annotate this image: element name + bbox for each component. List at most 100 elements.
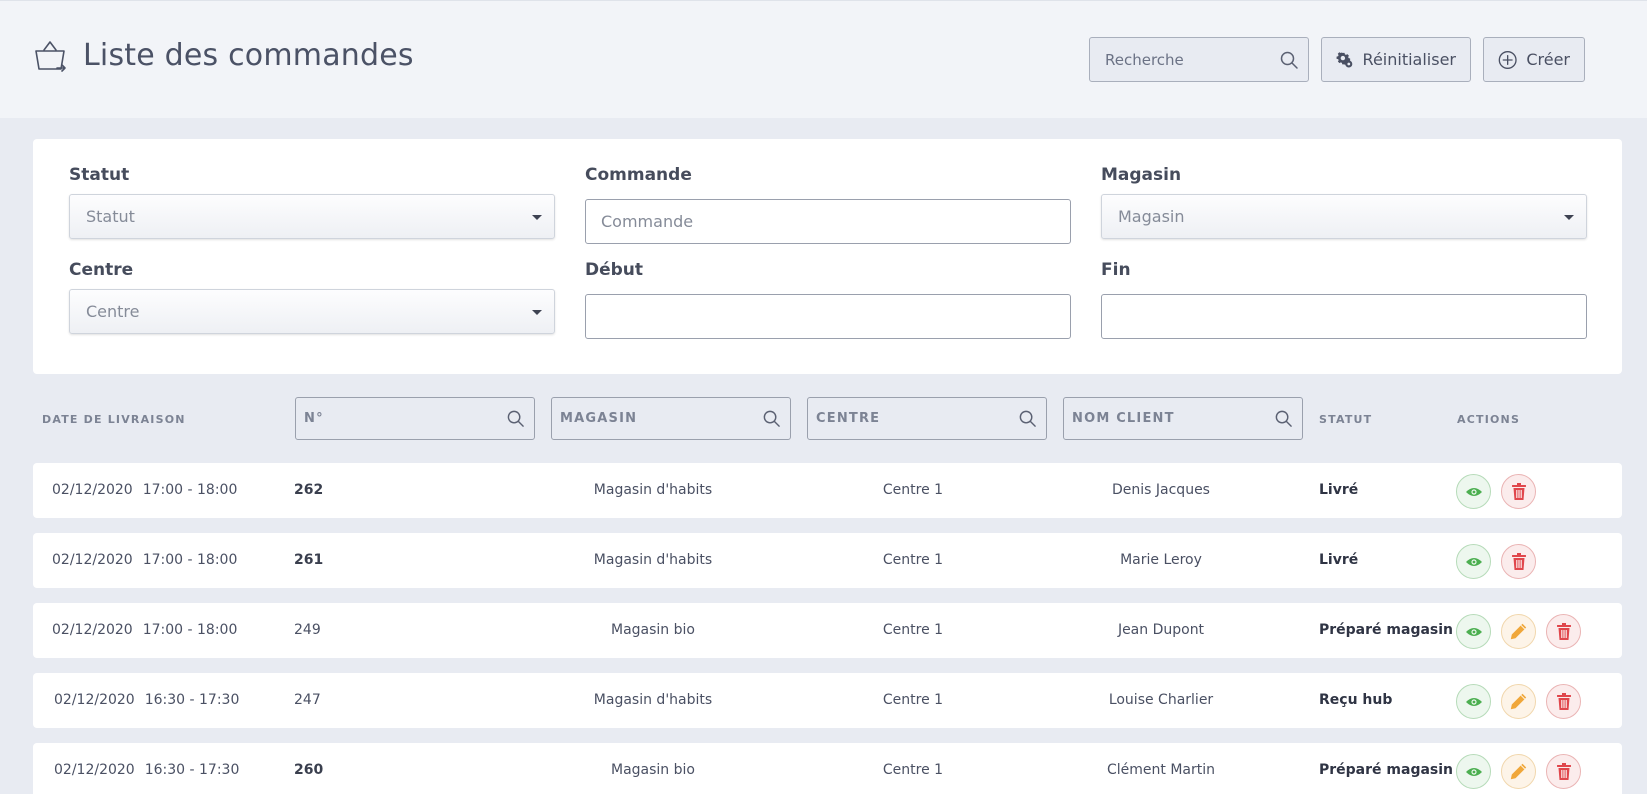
- column-filter-num[interactable]: N°: [295, 397, 535, 440]
- client-name: Clément Martin: [1106, 762, 1215, 778]
- eye-icon: [1465, 487, 1482, 496]
- eye-icon: [1465, 697, 1482, 706]
- table-row[interactable]: 02/12/2020 16:30 - 17:30 247 Magasin d'ha…: [33, 673, 1622, 728]
- delivery-date-cell: 02/12/2020 17:00 - 18:00: [52, 603, 237, 658]
- commande-label: Commande: [585, 165, 692, 185]
- delivery-time: 16:30 - 17:30: [144, 692, 240, 708]
- shop-name: Magasin bio: [611, 762, 695, 778]
- commande-placeholder: Commande: [601, 212, 694, 231]
- edit-button[interactable]: [1501, 754, 1536, 789]
- view-button[interactable]: [1456, 614, 1491, 649]
- delivery-date: 02/12/2020: [52, 482, 133, 498]
- column-filter-magasin[interactable]: MAGASIN: [551, 397, 791, 440]
- edit-button[interactable]: [1501, 614, 1536, 649]
- search-icon[interactable]: [1274, 409, 1293, 428]
- row-actions: [1456, 684, 1591, 719]
- statut-select[interactable]: Statut: [69, 194, 555, 239]
- magasin-select[interactable]: Magasin: [1101, 194, 1587, 239]
- view-button[interactable]: [1456, 684, 1491, 719]
- delete-button[interactable]: [1501, 544, 1536, 579]
- delivery-time: 17:00 - 18:00: [142, 552, 238, 568]
- search-icon[interactable]: [506, 409, 525, 428]
- delivery-date-cell: 02/12/2020 17:00 - 18:00: [52, 463, 237, 518]
- fin-label: Fin: [1101, 260, 1131, 280]
- view-button[interactable]: [1456, 474, 1491, 509]
- shop-name: Magasin bio: [611, 622, 695, 638]
- client-name: Denis Jacques: [1112, 482, 1210, 498]
- eye-icon: [1465, 557, 1482, 566]
- centre-name: Centre 1: [882, 762, 944, 778]
- commande-input[interactable]: Commande: [585, 199, 1071, 244]
- column-header-client: NOM CLIENT: [1072, 411, 1175, 426]
- pencil-icon: [1510, 623, 1527, 640]
- chevron-down-icon: [532, 215, 542, 220]
- eye-icon: [1465, 767, 1482, 776]
- search-icon[interactable]: [762, 409, 781, 428]
- trash-icon: [1556, 763, 1571, 780]
- search-field[interactable]: [1089, 37, 1309, 82]
- delete-button[interactable]: [1501, 474, 1536, 509]
- status-text: Préparé magasin: [1319, 762, 1454, 778]
- table-row[interactable]: 02/12/2020 17:00 - 18:00 262 Magasin d'ha…: [33, 463, 1622, 518]
- chevron-down-icon: [1564, 215, 1574, 220]
- delivery-date: 02/12/2020: [52, 552, 133, 568]
- order-number: 262: [294, 482, 324, 498]
- row-actions: [1456, 474, 1546, 509]
- client-name: Louise Charlier: [1108, 692, 1214, 708]
- gear-icon: [1336, 51, 1353, 68]
- status-text: Préparé magasin: [1319, 622, 1454, 638]
- delete-button[interactable]: [1546, 614, 1581, 649]
- plus-circle-icon: [1498, 50, 1517, 69]
- delivery-date-cell: 02/12/2020 16:30 - 17:30: [54, 673, 239, 728]
- delivery-time: 17:00 - 18:00: [142, 622, 238, 638]
- reset-button[interactable]: Réinitialiser: [1321, 37, 1471, 82]
- title-block: Liste des commandes: [33, 37, 414, 73]
- row-actions: [1456, 754, 1591, 789]
- page-header: Liste des commandes Réinitialiser Créer: [0, 0, 1647, 118]
- column-header-actions: ACTIONS: [1457, 413, 1521, 426]
- client-name: Marie Leroy: [1120, 552, 1202, 568]
- page-title: Liste des commandes: [83, 37, 414, 73]
- table-row[interactable]: 02/12/2020 17:00 - 18:00 249 Magasin bio …: [33, 603, 1622, 658]
- debut-date-input[interactable]: [585, 294, 1071, 339]
- centre-name: Centre 1: [882, 622, 944, 638]
- centre-select-value: Centre: [86, 302, 140, 321]
- debut-label: Début: [585, 260, 644, 280]
- column-header-date: DATE DE LIVRAISON: [42, 413, 186, 426]
- table-header: DATE DE LIVRAISON N° MAGASIN CENTRE NOM …: [33, 397, 1622, 441]
- order-number: 261: [294, 552, 324, 568]
- reset-button-label: Réinitialiser: [1362, 50, 1456, 69]
- trash-icon: [1511, 553, 1526, 570]
- delivery-time: 17:00 - 18:00: [142, 482, 238, 498]
- fin-date-input[interactable]: [1101, 294, 1587, 339]
- order-number: 260: [294, 762, 324, 778]
- view-button[interactable]: [1456, 754, 1491, 789]
- centre-select[interactable]: Centre: [69, 289, 555, 334]
- order-number: 249: [294, 622, 321, 638]
- delivery-date: 02/12/2020: [54, 692, 135, 708]
- status-text: Reçu hub: [1319, 692, 1393, 708]
- view-button[interactable]: [1456, 544, 1491, 579]
- delivery-time: 16:30 - 17:30: [144, 762, 240, 778]
- column-filter-client[interactable]: NOM CLIENT: [1063, 397, 1303, 440]
- shop-name: Magasin d'habits: [593, 692, 713, 708]
- column-header-magasin: MAGASIN: [560, 411, 638, 426]
- search-input[interactable]: [1090, 38, 1270, 81]
- search-icon[interactable]: [1018, 409, 1037, 428]
- search-icon[interactable]: [1279, 50, 1299, 70]
- centre-name: Centre 1: [882, 552, 944, 568]
- column-filter-centre[interactable]: CENTRE: [807, 397, 1047, 440]
- create-button[interactable]: Créer: [1483, 37, 1585, 82]
- delete-button[interactable]: [1546, 684, 1581, 719]
- create-button-label: Créer: [1526, 50, 1570, 69]
- delete-button[interactable]: [1546, 754, 1581, 789]
- magasin-label: Magasin: [1101, 165, 1182, 185]
- filters-panel: Statut Statut Commande Commande Magasin …: [33, 139, 1622, 374]
- table-row[interactable]: 02/12/2020 16:30 - 17:30 260 Magasin bio …: [33, 743, 1622, 794]
- basket-icon: [35, 41, 66, 72]
- trash-icon: [1556, 623, 1571, 640]
- delivery-date: 02/12/2020: [52, 622, 133, 638]
- column-header-statut: STATUT: [1319, 413, 1373, 426]
- edit-button[interactable]: [1501, 684, 1536, 719]
- table-row[interactable]: 02/12/2020 17:00 - 18:00 261 Magasin d'ha…: [33, 533, 1622, 588]
